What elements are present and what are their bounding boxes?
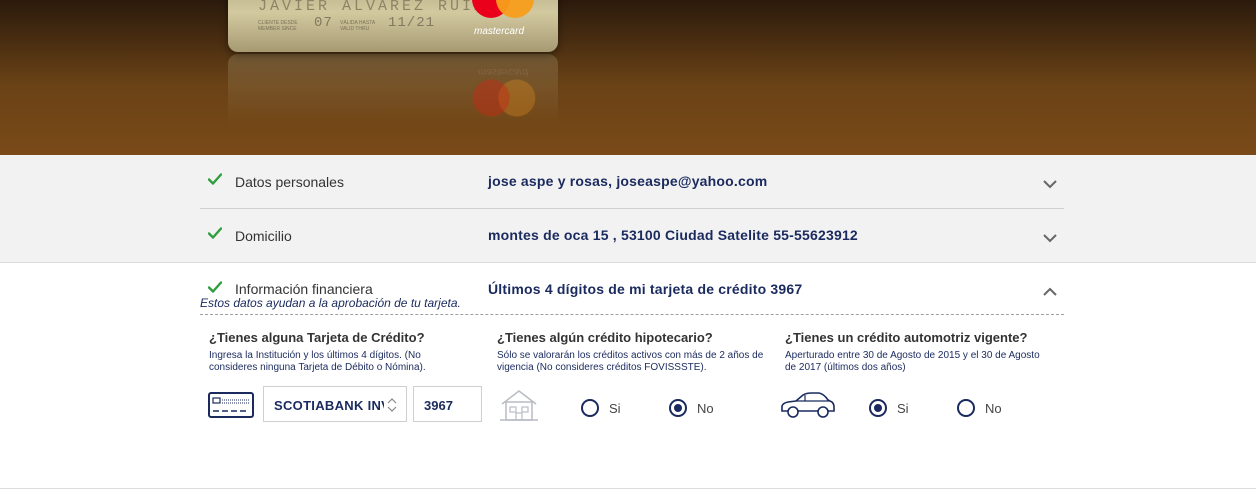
mastercard-wordmark: mastercard [474,26,525,37]
auto-radio-si-label[interactable]: Si [897,401,909,416]
question-title: ¿Tienes un crédito automotriz vigente? [785,330,1028,345]
section-domicilio[interactable]: Domicilio montes de oca 15 , 53100 Ciuda… [200,209,1064,263]
card-holder-name: JAVIER ALVAREZ RUIZ [258,0,487,15]
card-valid-label: VÁLIDA HASTA VALID THRU [340,20,376,32]
mastercard-yellow-circle [496,0,534,18]
check-icon [208,173,222,185]
section-title: Información financiera [235,281,373,297]
card-member-since-value: 07 [314,15,333,31]
select-arrows-icon [387,398,397,412]
section-datos-personales[interactable]: Datos personales jose aspe y rosas, jose… [200,155,1064,209]
check-icon [208,227,222,239]
section-summary: montes de oca 15 , 53100 Ciudad Satelite… [488,227,858,243]
mortgage-radio-no-label[interactable]: No [697,401,714,416]
financial-info-note: Estos datos ayudan a la aprobación de tu… [200,296,461,310]
house-icon [500,390,538,421]
section-summary: jose aspe y rosas, joseaspe@yahoo.com [488,173,768,189]
check-icon [208,281,222,293]
mortgage-question: ¿Tienes algún crédito hipotecario? Sólo … [497,330,777,374]
last-digits-input[interactable]: 3967 [413,386,482,422]
last-digits-value: 3967 [424,398,453,413]
auto-radio-si[interactable] [869,399,887,417]
chevron-down-icon[interactable] [1042,233,1058,243]
chevron-down-icon[interactable] [1042,179,1058,189]
question-title: ¿Tienes algún crédito hipotecario? [497,330,713,345]
bottom-divider [0,488,1256,489]
auto-credit-question: ¿Tienes un crédito automotriz vigente? A… [785,330,1045,374]
institution-select[interactable]: SCOTIABANK INVERLAT [263,386,407,422]
question-help: Ingresa la Institución y los últimos 4 d… [209,350,426,373]
mortgage-radio-si-label[interactable]: Si [609,401,621,416]
credit-card-question: ¿Tienes alguna Tarjeta de Crédito? Ingre… [209,330,469,374]
question-help: Sólo se valorarán los créditos activos c… [497,350,764,373]
card-member-since-label: CLIENTE DESDE MEMBER SINCE [258,20,298,32]
hero-banner: mastercard JAVIER ALVAREZ RUIZ CLIENTE D… [0,0,1256,155]
section-summary: Últimos 4 dígitos de mi tarjeta de crédi… [488,281,803,297]
credit-card-icon [208,392,254,418]
section-title: Datos personales [235,174,344,190]
car-icon [781,392,835,418]
credit-card-image: JAVIER ALVAREZ RUIZ CLIENTE DESDE MEMBER… [228,0,558,52]
question-help: Aperturado entre 30 de Agosto de 2015 y … [785,350,1040,373]
auto-radio-no[interactable] [957,399,975,417]
card-reflection-logo [472,78,536,118]
chevron-up-icon[interactable] [1042,287,1058,297]
mortgage-radio-si[interactable] [581,399,599,417]
card-reflection-brand: mastercard [478,66,529,77]
auto-radio-no-label[interactable]: No [985,401,1002,416]
question-title: ¿Tienes alguna Tarjeta de Crédito? [209,330,425,345]
institution-select-value: SCOTIABANK INVERLAT [274,398,384,413]
section-divider [200,314,1064,315]
section-title: Domicilio [235,228,292,244]
mortgage-radio-no[interactable] [669,399,687,417]
card-valid-value: 11/21 [388,15,436,31]
